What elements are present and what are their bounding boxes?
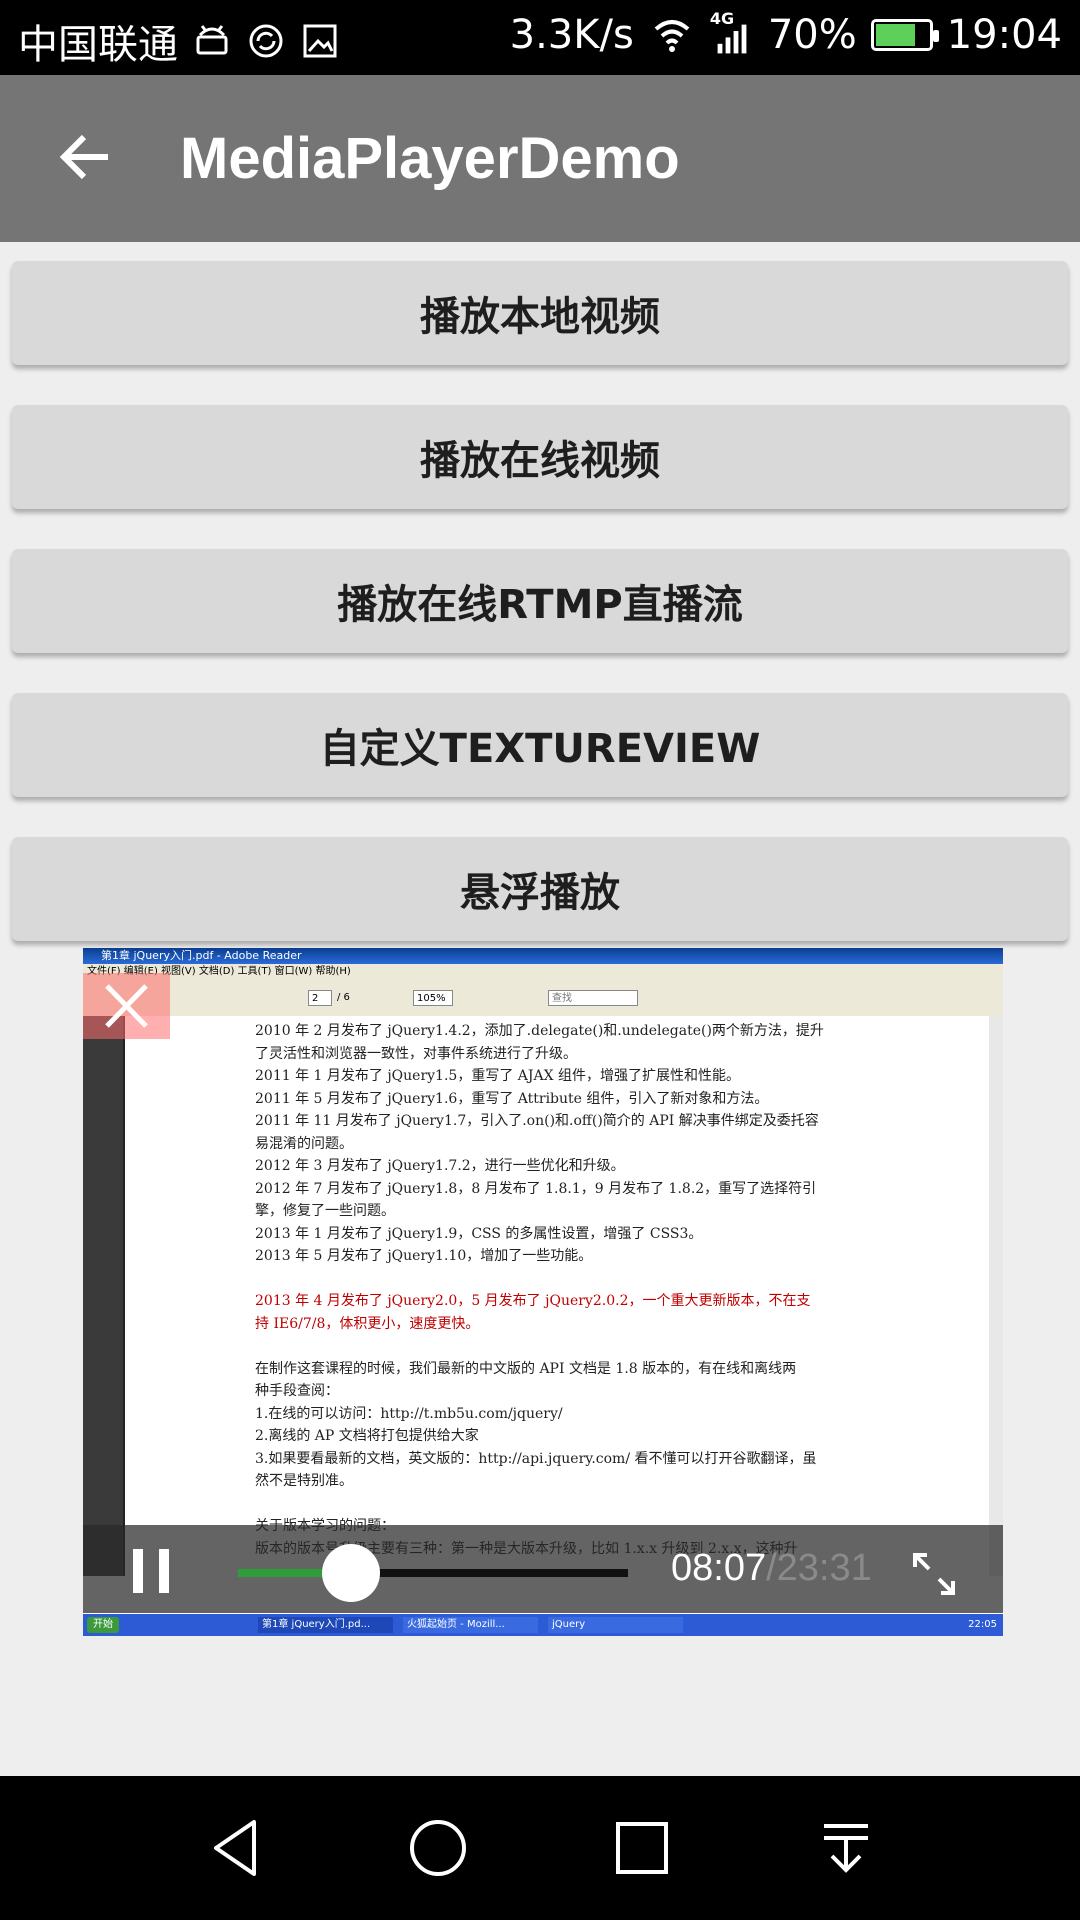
video-frame-doc-line: 擎，修复了一些问题。 [255, 1203, 395, 1219]
video-frame-doc-line: 1.在线的可以访问：http://t.mb5u.com/jquery/ [255, 1405, 563, 1422]
video-frame-taskbar: 开始 第1章 jQuery入门.pd... 火狐起始页 - Mozill... … [83, 1614, 1003, 1636]
navigation-bar [0, 1776, 1080, 1920]
nav-back-icon[interactable] [204, 1816, 268, 1880]
total-time: /23:31 [766, 1547, 872, 1589]
floating-play-button[interactable]: 悬浮播放 [12, 837, 1068, 941]
video-frame-doc-line: 2013 年 1 月发布了 jQuery1.9，CSS 的多属性设置，增强了 C… [255, 1225, 703, 1242]
clock: 19:04 [946, 12, 1062, 58]
video-frame-window-title: 第1章 jQuery入门.pdf - Adobe Reader [83, 948, 1003, 964]
video-frame-taskbar-item: jQuery [548, 1617, 683, 1633]
video-frame-doc-line: 2013 年 5 月发布了 jQuery1.10，增加了一些功能。 [255, 1248, 593, 1264]
play-rtmp-stream-button[interactable]: 播放在线RTMP直播流 [12, 549, 1068, 653]
video-frame-taskbar-clock: 22:05 [968, 1619, 997, 1630]
image-icon [303, 24, 337, 58]
video-frame-doc-page: 2010 年 2 月发布了 jQuery1.4.2，添加了.delegate()… [123, 1016, 991, 1576]
video-frame-doc-sidebar [83, 1016, 123, 1576]
signal-icon: 4G [710, 9, 754, 55]
status-bar: 中国联通 3.3K/s 4G 70% 19:04 [0, 0, 1080, 75]
video-frame-doc-line: 然不是特别准。 [255, 1473, 353, 1489]
custom-textureview-button[interactable]: 自定义TEXTUREVIEW [12, 693, 1068, 797]
video-frame-scrollbar [989, 1016, 1003, 1576]
play-online-video-button[interactable]: 播放在线视频 [12, 405, 1068, 509]
video-frame-doc-line: 种手段查阅： [255, 1383, 339, 1399]
playback-time: 08:07/23:31 [671, 1547, 872, 1590]
play-local-video-button[interactable]: 播放本地视频 [12, 261, 1068, 365]
video-frame-doc-line: 2.离线的 AP 文档将打包提供给大家 [255, 1428, 479, 1444]
video-frame-page-total: / 6 [337, 992, 350, 1003]
video-frame-doc-line: 3.如果要看最新的文档，英文版的：http://api.jquery.com/ … [255, 1450, 817, 1467]
current-time: 08:07 [671, 1547, 767, 1589]
seek-bar[interactable] [238, 1544, 628, 1602]
video-frame-search-field: 查找 [548, 990, 638, 1006]
battery-percent: 70% [767, 12, 857, 58]
video-frame-toolbar: 2 / 6 105% 查找 [83, 980, 1003, 1017]
status-bar-right: 3.3K/s 4G 70% 19:04 [509, 9, 1062, 58]
video-frame-doc-line [255, 1268, 855, 1291]
app-bar: MediaPlayerDemo [0, 75, 1080, 242]
video-frame-doc-line: 2013 年 4 月发布了 jQuery2.0，5 月发布了 jQuery2.0… [255, 1293, 811, 1309]
wifi-icon [654, 20, 690, 52]
video-frame-doc-line [255, 1335, 855, 1358]
fullscreen-icon[interactable] [909, 1549, 959, 1599]
nav-recents-icon[interactable] [610, 1816, 674, 1880]
arrow-back-icon[interactable] [56, 127, 116, 187]
status-bar-left: 中国联通 [18, 12, 340, 70]
network-speed: 3.3K/s [509, 12, 634, 58]
nav-home-icon[interactable] [406, 1816, 470, 1880]
video-controls: 08:07/23:31 [83, 1525, 1003, 1613]
pause-icon[interactable] [131, 1549, 171, 1593]
app-title: MediaPlayerDemo [180, 126, 680, 191]
close-icon[interactable] [83, 973, 170, 1039]
video-frame-page-field: 2 [308, 990, 332, 1006]
sync-icon [249, 24, 283, 58]
video-frame-menubar: 文件(F) 编辑(E) 视图(V) 文档(D) 工具(T) 窗口(W) 帮助(H… [83, 964, 1003, 980]
floating-video-player[interactable]: 第1章 jQuery入门.pdf - Adobe Reader 文件(F) 编辑… [83, 948, 1003, 1636]
video-frame-doc-line [255, 1493, 855, 1516]
seek-bar-thumb[interactable] [322, 1544, 381, 1602]
video-frame-start-button: 开始 [87, 1617, 119, 1633]
video-frame-doc-line: 了灵活性和浏览器一致性，对事件系统进行了升级。 [255, 1045, 577, 1062]
video-frame-doc-line: 2011 年 5 月发布了 jQuery1.6，重写了 Attribute 组件… [255, 1090, 769, 1107]
video-frame-doc-line: 在制作这套课程的时候，我们最新的中文版的 API 文档是 1.8 版本的，有在线… [255, 1360, 797, 1377]
video-frame-doc-line: 易混淆的问题。 [255, 1135, 353, 1152]
video-frame-doc-line: 2010 年 2 月发布了 jQuery1.4.2，添加了.delegate()… [255, 1023, 824, 1039]
video-frame-zoom: 105% [413, 990, 453, 1006]
video-frame-doc-line: 2012 年 7 月发布了 jQuery1.8，8 月发布了 1.8.1，9 月… [255, 1180, 817, 1197]
video-frame-doc-line: 持 IE6/7/8，体积更小，速度更快。 [255, 1315, 480, 1332]
battery-icon [870, 19, 939, 51]
nav-notification-pulldown-icon[interactable] [814, 1816, 878, 1880]
android-icon [196, 25, 228, 55]
video-frame-doc-line: 2011 年 1 月发布了 jQuery1.5，重写了 AJAX 组件，增强了扩… [255, 1068, 741, 1084]
video-frame-taskbar-item: 第1章 jQuery入门.pd... [258, 1617, 393, 1633]
carrier-name: 中国联通 [18, 22, 178, 68]
video-frame-doc-text: 2010 年 2 月发布了 jQuery1.4.2，添加了.delegate()… [255, 1020, 855, 1560]
video-frame-doc-line: 2012 年 3 月发布了 jQuery1.7.2，进行一些优化和升级。 [255, 1158, 625, 1174]
video-frame-taskbar-item: 火狐起始页 - Mozill... [403, 1617, 538, 1633]
video-frame-doc-line: 2011 年 11 月发布了 jQuery1.7，引入了.on()和.off()… [255, 1113, 819, 1129]
